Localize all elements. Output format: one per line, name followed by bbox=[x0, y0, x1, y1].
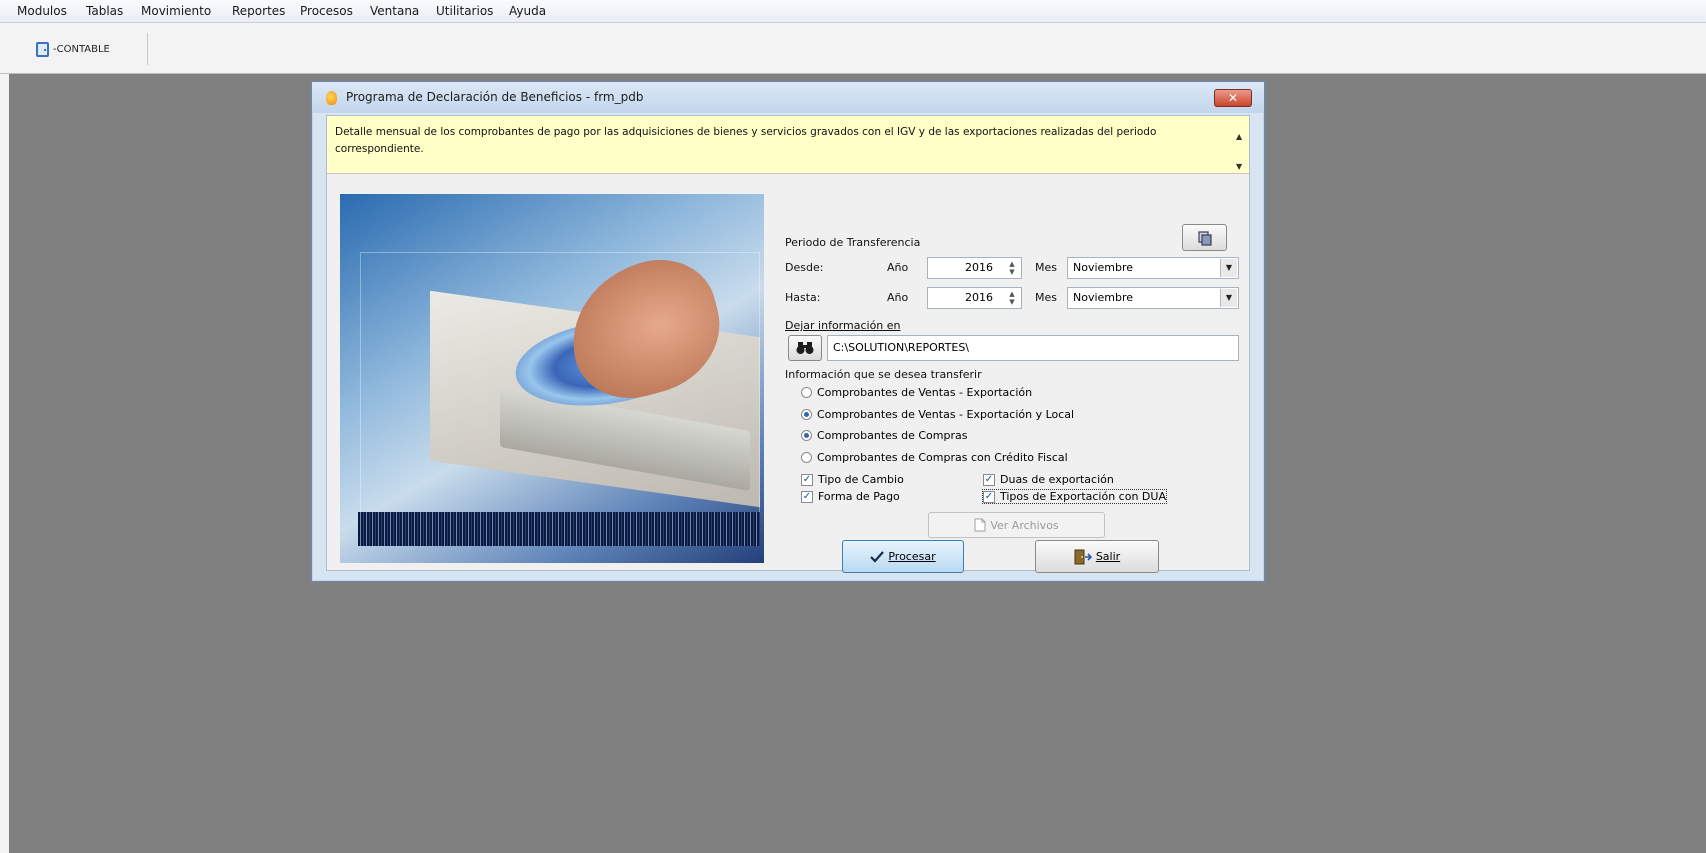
contable-door-icon bbox=[36, 41, 49, 57]
checkbox-indicator: ✓ bbox=[801, 490, 813, 503]
scroll-up-icon[interactable]: ▲ bbox=[1236, 128, 1242, 145]
contable-label: -CONTABLE bbox=[53, 43, 110, 55]
desde-mes-select[interactable]: Noviembre ▼ bbox=[1067, 257, 1239, 279]
ver-archivos-label: Ver Archivos bbox=[990, 518, 1059, 532]
procesar-button[interactable]: Procesar bbox=[842, 540, 964, 573]
check-duas-exportacion[interactable]: ✓ Duas de exportación bbox=[983, 473, 1114, 486]
radio-indicator bbox=[801, 409, 812, 420]
ver-archivos-button[interactable]: Ver Archivos bbox=[928, 512, 1105, 538]
app-flame-icon bbox=[326, 91, 337, 105]
description-text: Detalle mensual de los comprobantes de p… bbox=[335, 126, 1157, 155]
salir-label: Salir bbox=[1095, 550, 1121, 563]
spin-arrows-icon[interactable]: ▲ ▼ bbox=[1005, 260, 1019, 276]
exit-door-icon bbox=[1074, 549, 1092, 564]
menu-movimiento[interactable]: Movimiento bbox=[141, 4, 211, 18]
hasta-anio-label: Año bbox=[887, 291, 909, 304]
desde-anio-label: Año bbox=[887, 261, 909, 274]
contable-module-button[interactable]: -CONTABLE bbox=[18, 33, 148, 65]
scroll-down-icon[interactable]: ▼ bbox=[1236, 158, 1242, 175]
radio-ventas-exportacion-local[interactable]: Comprobantes de Ventas - Exportación y L… bbox=[801, 408, 1074, 421]
check-label: Tipos de Exportación con DUA bbox=[1000, 490, 1166, 503]
hasta-anio-value: 2016 bbox=[965, 291, 993, 304]
output-path-input[interactable]: C:\SOLUTION\REPORTES\ bbox=[827, 335, 1239, 361]
cd-drive-image bbox=[340, 194, 764, 563]
desde-mes-label: Mes bbox=[1035, 261, 1057, 274]
radio-compras-credito-fiscal[interactable]: Comprobantes de Compras con Crédito Fisc… bbox=[801, 451, 1068, 464]
desde-mes-value: Noviembre bbox=[1073, 261, 1134, 274]
dialog-content: Detalle mensual de los comprobantes de p… bbox=[326, 115, 1250, 573]
dropdown-arrow-icon[interactable]: ▼ bbox=[1220, 259, 1237, 277]
browse-folder-button[interactable] bbox=[788, 335, 822, 361]
desde-anio-spinner[interactable]: 2016 ▲ ▼ bbox=[927, 257, 1022, 279]
binoculars-icon bbox=[796, 342, 814, 354]
desde-label: Desde: bbox=[785, 261, 824, 274]
radio-indicator bbox=[801, 430, 812, 441]
desde-anio-value: 2016 bbox=[965, 261, 993, 274]
menu-bar: Modulos Tablas Movimiento Reportes Proce… bbox=[0, 0, 1706, 23]
memo-scrollbar[interactable]: ▲ ▼ bbox=[1233, 118, 1247, 171]
hasta-mes-label: Mes bbox=[1035, 291, 1057, 304]
radio-compras[interactable]: Comprobantes de Compras bbox=[801, 429, 967, 442]
copy-icon bbox=[1197, 230, 1212, 246]
procesar-label: Procesar bbox=[888, 550, 936, 563]
check-forma-pago[interactable]: ✓ Forma de Pago bbox=[801, 490, 900, 503]
check-tipos-exportacion-dua[interactable]: ✓ Tipos de Exportación con DUA bbox=[982, 489, 1167, 504]
radio-ventas-exportacion[interactable]: Comprobantes de Ventas - Exportación bbox=[801, 386, 1032, 399]
menu-procesos[interactable]: Procesos bbox=[300, 4, 353, 18]
radio-label: Comprobantes de Compras bbox=[817, 429, 968, 442]
menu-modulos[interactable]: Modulos bbox=[17, 4, 67, 18]
menu-reportes[interactable]: Reportes bbox=[232, 4, 285, 18]
check-label: Forma de Pago bbox=[818, 490, 900, 503]
checkbox-indicator: ✓ bbox=[983, 490, 995, 503]
dialog-titlebar[interactable]: Programa de Declaración de Beneficios - … bbox=[312, 82, 1264, 113]
close-icon: ✕ bbox=[1227, 91, 1239, 105]
check-label: Duas de exportación bbox=[1000, 473, 1114, 486]
salir-button[interactable]: Salir bbox=[1035, 540, 1159, 573]
radio-indicator bbox=[801, 452, 812, 463]
checkbox-indicator: ✓ bbox=[801, 473, 813, 486]
check-label: Tipo de Cambio bbox=[818, 473, 904, 486]
radio-label: Comprobantes de Ventas - Exportación bbox=[817, 386, 1033, 399]
dropdown-arrow-icon[interactable]: ▼ bbox=[1220, 289, 1237, 307]
spin-arrows-icon[interactable]: ▲ ▼ bbox=[1005, 290, 1019, 306]
toolbar: -CONTABLE bbox=[0, 23, 1706, 74]
checkmark-icon bbox=[870, 550, 885, 563]
close-button[interactable]: ✕ bbox=[1214, 89, 1252, 107]
pdb-dialog: Programa de Declaración de Beneficios - … bbox=[311, 81, 1265, 582]
checkbox-indicator: ✓ bbox=[983, 473, 995, 486]
menu-utilitarios[interactable]: Utilitarios bbox=[436, 4, 493, 18]
document-icon bbox=[974, 518, 986, 532]
radio-indicator bbox=[801, 387, 812, 398]
output-path-value: C:\SOLUTION\REPORTES\ bbox=[833, 341, 970, 354]
copy-button[interactable] bbox=[1182, 224, 1227, 251]
hasta-mes-select[interactable]: Noviembre ▼ bbox=[1067, 287, 1239, 309]
hasta-anio-spinner[interactable]: 2016 ▲ ▼ bbox=[927, 287, 1022, 309]
dialog-title: Programa de Declaración de Beneficios - … bbox=[346, 90, 644, 104]
check-tipo-cambio[interactable]: ✓ Tipo de Cambio bbox=[801, 473, 904, 486]
info-label: Información que se desea transferir bbox=[785, 368, 982, 381]
periodo-label: Periodo de Transferencia bbox=[785, 236, 921, 249]
menu-ayuda[interactable]: Ayuda bbox=[509, 4, 546, 18]
hasta-label: Hasta: bbox=[785, 291, 821, 304]
hasta-mes-value: Noviembre bbox=[1073, 291, 1134, 304]
radio-label: Comprobantes de Compras con Crédito Fisc… bbox=[817, 451, 1068, 464]
description-memo[interactable]: Detalle mensual de los comprobantes de p… bbox=[327, 116, 1249, 174]
menu-tablas[interactable]: Tablas bbox=[86, 4, 123, 18]
dejar-label: Dejar información en bbox=[785, 319, 901, 332]
menu-ventana[interactable]: Ventana bbox=[370, 4, 419, 18]
desktop-left-strip bbox=[0, 74, 9, 853]
radio-label: Comprobantes de Ventas - Exportación y L… bbox=[817, 408, 1075, 421]
